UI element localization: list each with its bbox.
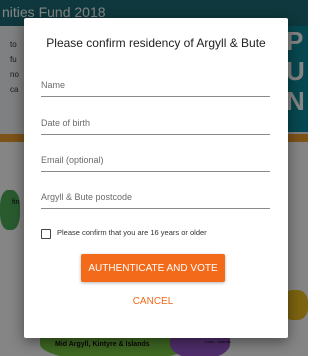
authenticate-and-vote-button[interactable]: Authenticate and vote bbox=[81, 254, 225, 282]
page: nities Fund 2018 to fu no ca P U N fin M… bbox=[0, 0, 308, 356]
postcode-field[interactable] bbox=[41, 186, 270, 209]
name-field[interactable] bbox=[41, 74, 270, 97]
age-consent-checkbox[interactable] bbox=[41, 229, 51, 239]
cancel-button[interactable]: Cancel bbox=[111, 292, 195, 310]
age-consent[interactable]: Please confirm that you are 16 years or … bbox=[41, 228, 270, 240]
residency-dialog: Please confirm residency of Argyll & But… bbox=[24, 18, 288, 338]
dialog-title: Please confirm residency of Argyll & But… bbox=[46, 36, 266, 50]
age-consent-label: Please confirm that you are 16 years or … bbox=[57, 228, 207, 237]
email-field[interactable] bbox=[41, 149, 270, 172]
date-of-birth-field[interactable] bbox=[41, 112, 270, 135]
